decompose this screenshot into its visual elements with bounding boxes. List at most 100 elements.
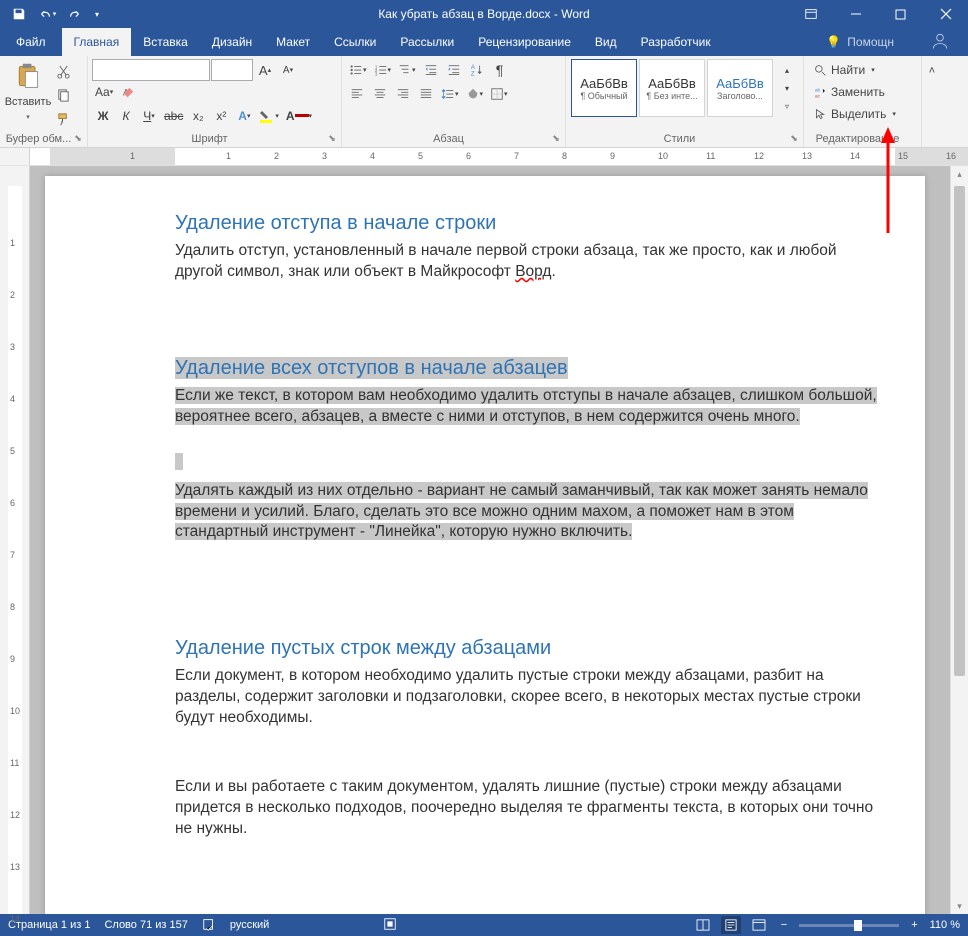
paragraph-1: Удалить отступ, установленный в начале п…: [175, 241, 885, 283]
view-read-mode[interactable]: [693, 916, 713, 934]
paragraph-2: Если же текст, в котором вам необходимо …: [175, 386, 885, 428]
grow-font-button[interactable]: A▴: [254, 59, 276, 81]
styles-scroll-down[interactable]: ▾: [776, 80, 798, 96]
tab-mailings[interactable]: Рассылки: [388, 28, 466, 56]
strike-button[interactable]: abc: [161, 105, 186, 127]
zoom-level[interactable]: 110 %: [930, 919, 960, 931]
zoom-slider[interactable]: [799, 924, 899, 927]
lightbulb-icon: 💡: [826, 35, 841, 49]
bold-button[interactable]: Ж: [92, 105, 114, 127]
style-normal[interactable]: АаБбВв ¶ Обычный: [571, 59, 637, 117]
view-print-layout[interactable]: [721, 916, 741, 934]
justify-button[interactable]: [415, 83, 437, 105]
format-painter-button[interactable]: [52, 108, 74, 130]
paragraph-dialog-launcher[interactable]: ⬊: [550, 132, 562, 144]
close-button[interactable]: [923, 0, 968, 28]
numbering-button[interactable]: 123▾: [371, 59, 395, 81]
replace-button[interactable]: abac Заменить: [812, 82, 913, 102]
align-left-button[interactable]: [346, 83, 368, 105]
vertical-ruler[interactable]: 1234567891011121314: [0, 166, 30, 914]
style-no-spacing[interactable]: АаБбВв ¶ Без инте...: [639, 59, 705, 117]
cut-button[interactable]: [52, 60, 74, 82]
view-web-layout[interactable]: [749, 916, 769, 934]
superscript-button[interactable]: x²: [210, 105, 232, 127]
align-center-button[interactable]: [369, 83, 391, 105]
undo-button[interactable]: ▾: [34, 2, 60, 26]
zoom-out-button[interactable]: −: [777, 919, 791, 931]
font-size-combo[interactable]: [211, 59, 253, 81]
maximize-button[interactable]: [878, 0, 923, 28]
svg-text:ac: ac: [815, 94, 821, 99]
decrease-indent-button[interactable]: [420, 59, 442, 81]
vertical-scrollbar[interactable]: ▴ ▾: [950, 166, 968, 914]
multilevel-list-button[interactable]: ▾: [395, 59, 419, 81]
horizontal-ruler[interactable]: 112345678910111213141516: [30, 148, 968, 165]
ruler-corner: [0, 148, 30, 165]
styles-dialog-launcher[interactable]: ⬊: [788, 132, 800, 144]
styles-group-label: Стили: [566, 133, 803, 145]
status-macro-icon[interactable]: [383, 917, 397, 934]
editing-group-label: Редактирование: [804, 133, 921, 145]
sort-button[interactable]: AZ: [466, 59, 488, 81]
status-words[interactable]: Слово 71 из 157: [104, 919, 187, 931]
tab-references[interactable]: Ссылки: [322, 28, 388, 56]
font-dialog-launcher[interactable]: ⬊: [326, 132, 338, 144]
shrink-font-button[interactable]: A▾: [277, 59, 299, 81]
subscript-button[interactable]: x₂: [187, 105, 209, 127]
tab-design[interactable]: Дизайн: [200, 28, 264, 56]
select-button[interactable]: Выделить ▾: [812, 104, 913, 124]
bullets-button[interactable]: ▾: [346, 59, 370, 81]
tab-file[interactable]: Файл: [0, 28, 62, 56]
change-case-button[interactable]: Aa ▾: [92, 81, 116, 103]
scroll-down-arrow[interactable]: ▾: [951, 898, 968, 914]
window-title: Как убрать абзац в Ворде.docx - Word: [378, 7, 589, 21]
status-page[interactable]: Страница 1 из 1: [8, 919, 90, 931]
save-button[interactable]: [6, 2, 32, 26]
borders-button[interactable]: ▾: [487, 83, 511, 105]
tab-view[interactable]: Вид: [583, 28, 629, 56]
tab-insert[interactable]: Вставка: [131, 28, 200, 56]
clipboard-dialog-launcher[interactable]: ⬊: [72, 132, 84, 144]
svg-text:3: 3: [374, 71, 377, 76]
style-heading1[interactable]: АаБбВв Заголово...: [707, 59, 773, 117]
line-spacing-button[interactable]: ▾: [438, 83, 462, 105]
minimize-button[interactable]: [833, 0, 878, 28]
paragraph-group-label: Абзац: [342, 133, 565, 145]
status-proofing-icon[interactable]: [202, 917, 216, 934]
status-language[interactable]: русский: [230, 919, 269, 931]
svg-text:Z: Z: [470, 70, 474, 77]
italic-button[interactable]: К: [115, 105, 137, 127]
qat-customize[interactable]: ▾: [90, 2, 104, 26]
collapse-ribbon-button[interactable]: ˄: [921, 60, 943, 82]
highlight-button[interactable]: ▾: [256, 105, 282, 127]
heading-2: Удаление всех отступов в начале абзацев: [175, 357, 885, 380]
shading-button[interactable]: ▾: [463, 83, 487, 105]
styles-scroll-up[interactable]: ▴: [776, 62, 798, 78]
redo-button[interactable]: [62, 2, 88, 26]
paste-button[interactable]: Вставить ▾: [4, 58, 52, 124]
paragraph-3: Удалять каждый из них отдельно - вариант…: [175, 481, 885, 544]
ribbon-options-button[interactable]: [788, 0, 833, 28]
heading-1: Удаление отступа в начале строки: [175, 212, 885, 235]
tell-me[interactable]: Помощн: [847, 35, 894, 49]
scroll-thumb[interactable]: [954, 186, 965, 676]
tab-layout[interactable]: Макет: [264, 28, 322, 56]
tab-developer[interactable]: Разработчик: [629, 28, 723, 56]
find-button[interactable]: Найти ▾: [812, 60, 913, 80]
font-color-button[interactable]: A▾: [283, 105, 315, 127]
increase-indent-button[interactable]: [443, 59, 465, 81]
text-effects-button[interactable]: A▾: [233, 105, 255, 127]
account-icon[interactable]: [930, 31, 950, 54]
tab-review[interactable]: Рецензирование: [466, 28, 583, 56]
copy-button[interactable]: [52, 84, 74, 106]
zoom-in-button[interactable]: +: [907, 919, 921, 931]
clear-formatting-button[interactable]: A: [117, 81, 139, 103]
styles-expand[interactable]: ▿: [776, 98, 798, 114]
document-page[interactable]: Удаление отступа в начале строки Удалить…: [45, 176, 925, 914]
show-marks-button[interactable]: ¶: [489, 59, 511, 81]
font-name-combo[interactable]: [92, 59, 210, 81]
underline-button[interactable]: Ч ▾: [138, 105, 160, 127]
scroll-up-arrow[interactable]: ▴: [951, 166, 968, 182]
tab-home[interactable]: Главная: [62, 28, 132, 56]
align-right-button[interactable]: [392, 83, 414, 105]
